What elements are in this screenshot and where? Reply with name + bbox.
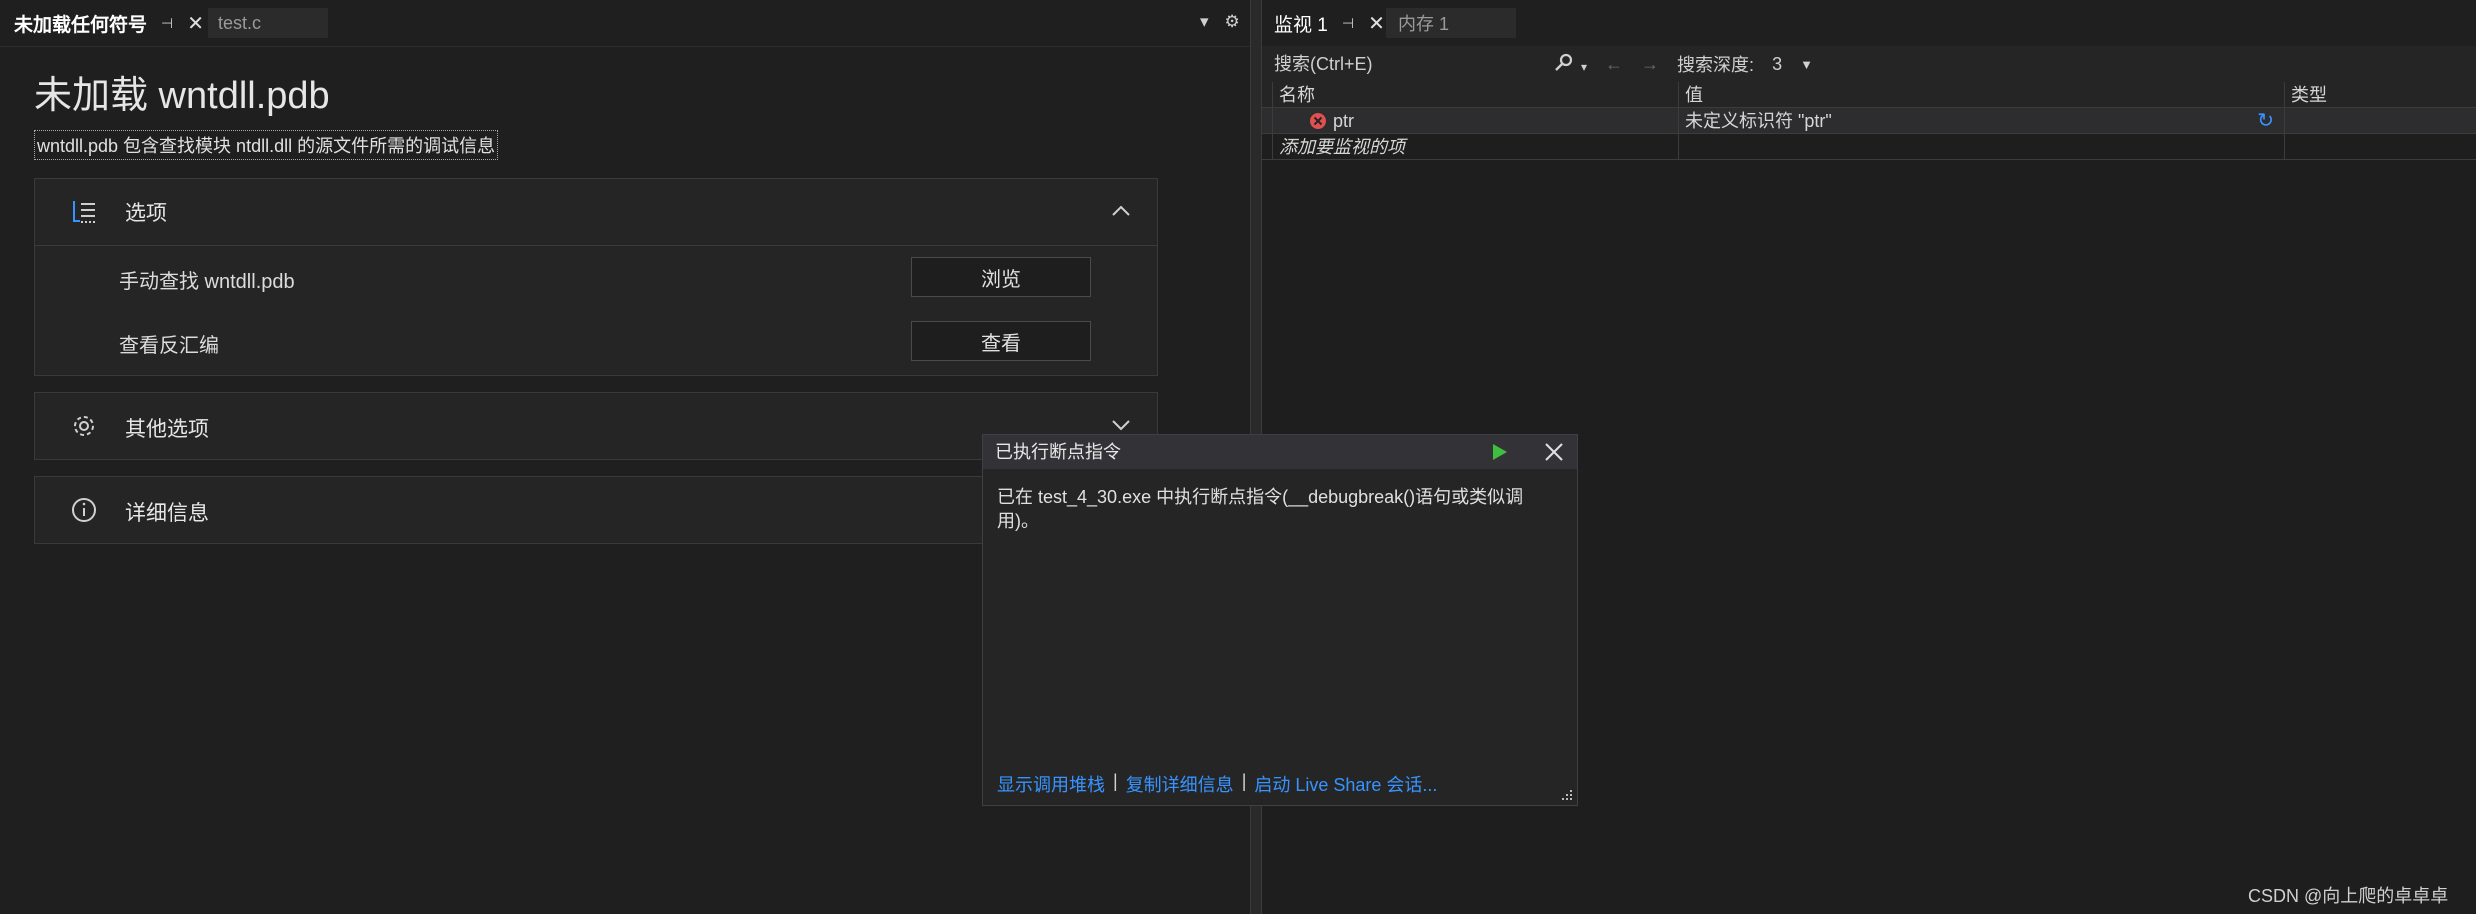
options-section-label: 选项 [125,202,167,225]
watch-search-bar: 搜索(Ctrl+E) ▾ ← → 搜索深度: 3 ▼ [1262,46,2476,83]
section-divider [35,245,1157,246]
tab-watch-1-label: 监视 1 [1274,14,1328,36]
row-gutter [1262,82,1272,108]
exception-popup: 已执行断点指令 已在 test_4_30.exe 中执行断点指令(__debug… [982,434,1578,806]
view-disassembly-button[interactable]: 查看 [911,321,1091,361]
options-list-icon [73,201,95,223]
exception-links: 显示调用堆栈 | 复制详细信息 | 启动 Live Share 会话... [997,771,1437,797]
exception-message: 已在 test_4_30.exe 中执行断点指令(__debugbreak()语… [997,487,1524,531]
page-description: wntdll.pdb 包含查找模块 ntdll.dll 的源文件所需的调试信息 [34,130,499,160]
add-watch-placeholder[interactable]: 添加要监视的项 [1272,134,1678,160]
watch-search-input[interactable]: 搜索(Ctrl+E) [1274,46,1373,82]
exception-popup-title: 已执行断点指令 [995,442,1121,462]
chevron-up-icon[interactable] [1111,201,1131,221]
arrow-right-icon[interactable]: → [1641,54,1659,75]
gear-icon[interactable]: ⚙ [1225,12,1240,32]
chevron-down-icon[interactable] [1111,415,1131,435]
error-icon [1310,113,1326,129]
tab-no-symbols-label: 未加载任何符号 [14,14,148,36]
link-separator: | [1241,771,1247,791]
link-separator: | [1113,771,1118,791]
pin-icon[interactable]: ⊣ [161,15,173,32]
other-options-label: 其他选项 [125,418,209,441]
add-watch-value-cell [1678,134,2284,160]
tab-memory-1[interactable]: 内存 1 [1386,8,1516,38]
table-row[interactable]: ptr 未定义标识符 "ptr" ↻ [1262,108,2476,134]
start-live-share-link[interactable]: 启动 Live Share 会话... [1254,771,1437,797]
column-header-name[interactable]: 名称 [1272,82,1690,108]
tab-test-c[interactable]: test.c [208,8,328,38]
page-title: 未加载 wntdll.pdb [34,75,330,117]
watch-value-cell[interactable]: 未定义标识符 "ptr" ↻ [1678,108,2284,134]
tab-memory-1-label: 内存 1 [1398,14,1450,34]
search-depth-label: 搜索深度: [1677,55,1755,75]
add-watch-type-cell [2284,134,2476,160]
close-icon[interactable]: ✕ [187,11,204,36]
view-disassembly-label: 查看反汇编 [119,335,219,357]
continue-play-icon[interactable] [1491,443,1509,461]
resize-grip-icon[interactable] [1559,787,1573,801]
watch-name-cell[interactable]: ptr [1272,108,1678,134]
tab-watch-1[interactable]: 监视 1 ⊣ ✕ [1262,0,1397,46]
exception-popup-header: 已执行断点指令 [983,435,1577,469]
options-section-header[interactable]: 选项 [35,179,1157,245]
details-label: 详细信息 [125,502,209,525]
watch-type-cell [2284,108,2476,134]
copy-details-link[interactable]: 复制详细信息 [1126,771,1234,797]
close-icon[interactable] [1543,441,1565,463]
watch-table-header: 名称 值 类型 [1262,82,2476,108]
watch-name: ptr [1333,111,1355,131]
watch-value: 未定义标识符 "ptr" [1685,111,1832,131]
info-icon [72,498,96,522]
search-icon[interactable]: ▾ [1554,53,1587,76]
column-header-value[interactable]: 值 [1678,82,2284,108]
manual-find-label: 手动查找 wntdll.pdb [119,271,295,293]
watch-search-tools: ▾ ← → 搜索深度: 3 ▼ [1554,46,1813,82]
arrow-left-icon[interactable]: ← [1605,54,1623,75]
gear-icon [74,416,94,436]
tab-bar-tools: ▾ ⚙ [1200,12,1240,32]
search-depth-value[interactable]: 3 [1772,54,1782,75]
refresh-icon[interactable]: ↻ [2257,108,2274,134]
tab-overflow-dropdown-icon[interactable]: ▾ [1200,12,1209,32]
tab-no-symbols[interactable]: 未加载任何符号 ⊣ ✕ [0,0,218,46]
add-watch-row[interactable]: 添加要监视的项 [1262,134,2476,160]
options-section: 选项 手动查找 wntdll.pdb 浏览 查看反汇编 查看 [34,178,1158,376]
watermark: CSDN @向上爬的卓卓卓 [2248,886,2449,906]
column-header-type[interactable]: 类型 [2284,82,2476,108]
browse-button[interactable]: 浏览 [911,257,1091,297]
chevron-down-icon[interactable]: ▼ [1800,57,1813,72]
tab-test-c-label: test.c [218,12,262,33]
close-icon[interactable]: ✕ [1368,11,1385,36]
show-call-stack-link[interactable]: 显示调用堆栈 [997,771,1105,797]
pin-icon[interactable]: ⊣ [1342,15,1354,32]
